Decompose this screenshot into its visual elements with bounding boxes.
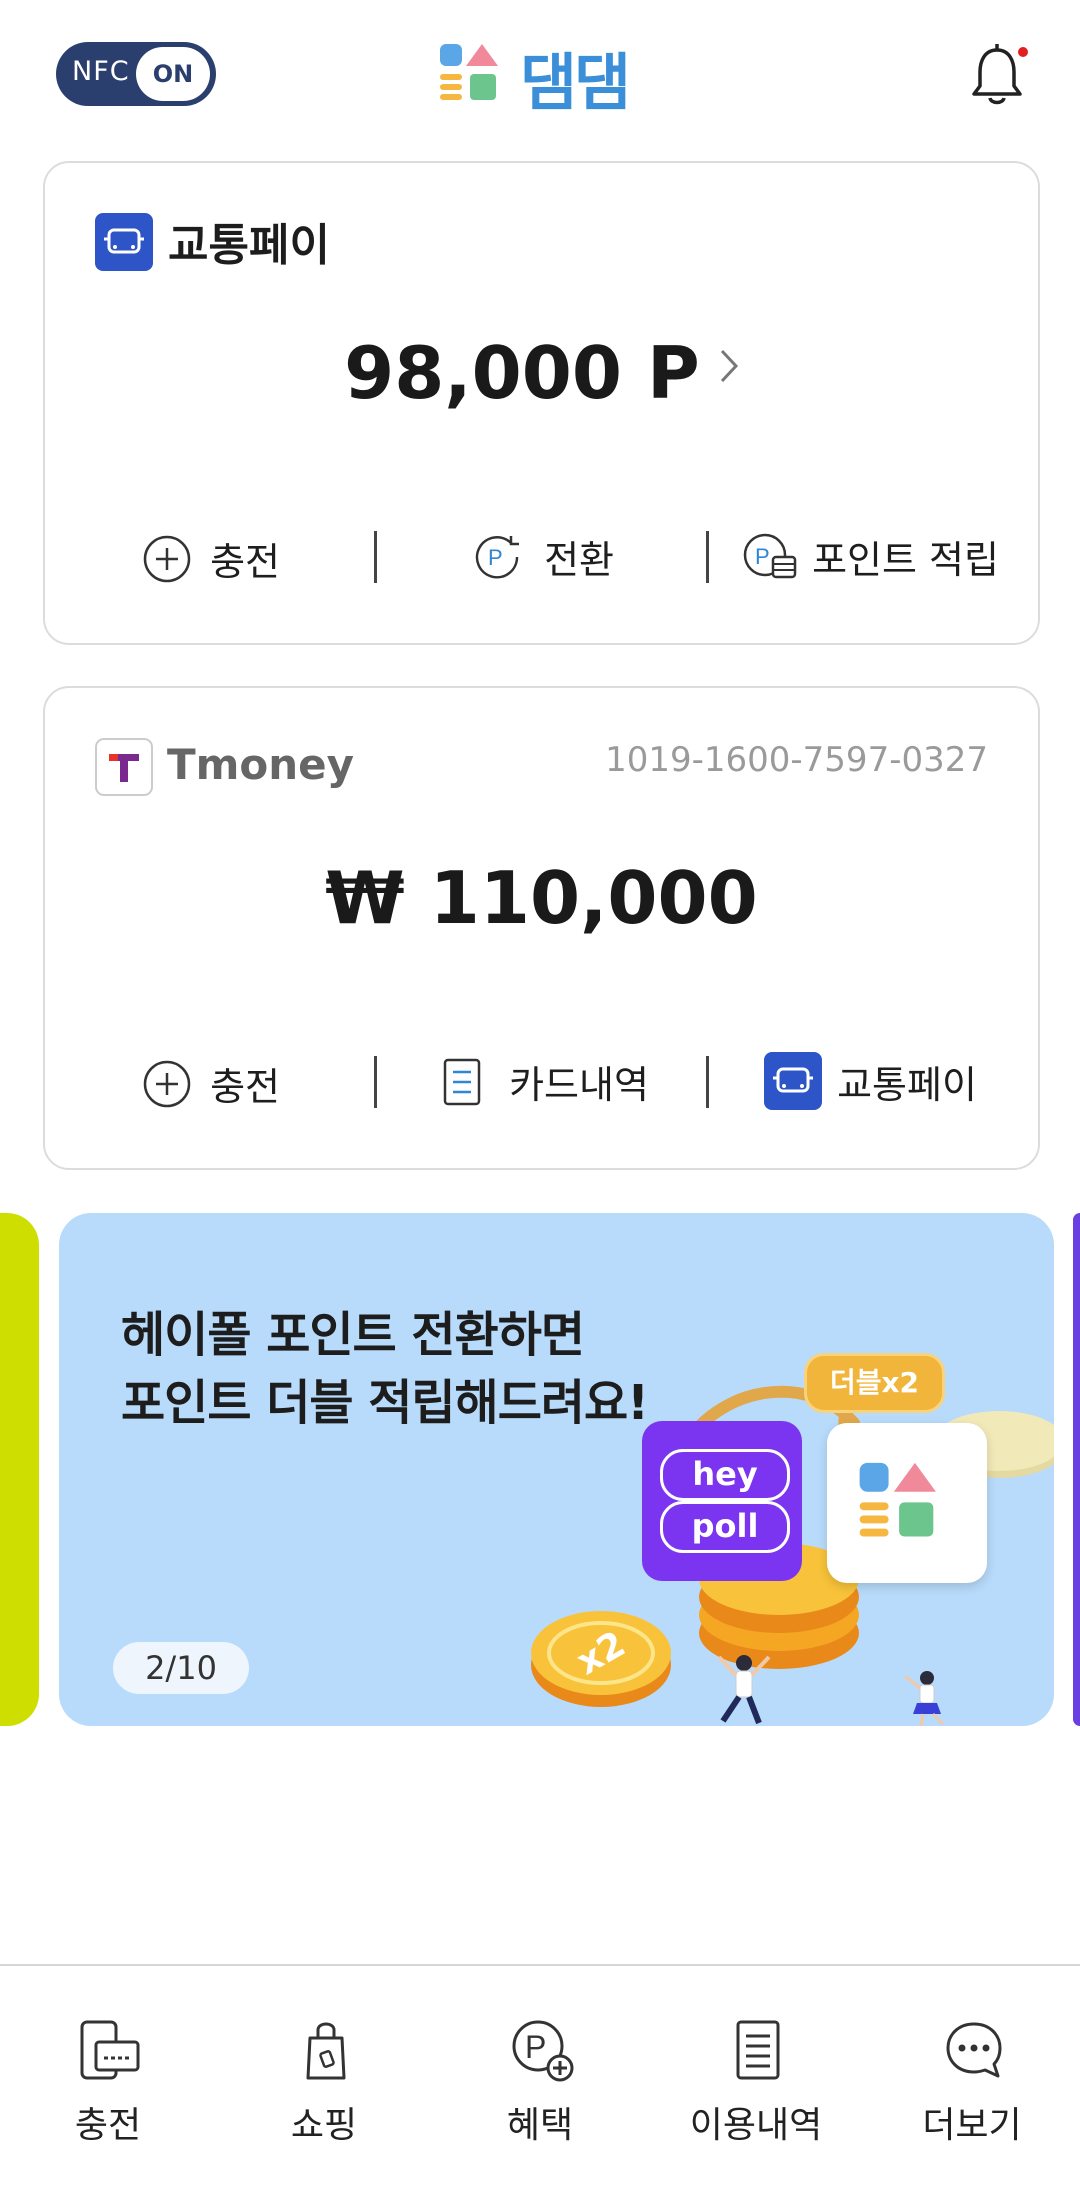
plus-circle-icon [143, 535, 191, 582]
svg-text:P: P [755, 544, 770, 569]
divider [374, 1056, 377, 1108]
point-balance-row[interactable]: 98,000 P [45, 331, 1038, 415]
next-banner-peek[interactable] [1073, 1213, 1080, 1726]
nav-shopping[interactable]: 쇼핑 [216, 1966, 432, 2192]
bus-icon [95, 213, 153, 275]
app-name: 댐댐 [520, 46, 631, 119]
shopping-bag-icon [306, 2022, 346, 2080]
card-history-action[interactable]: 카드내역 [442, 1054, 649, 1109]
point-convert-icon: P [475, 535, 519, 578]
app-logo [438, 40, 514, 110]
notification-dot [1018, 47, 1028, 57]
charge-device-icon [80, 2020, 140, 2080]
point-balance: 98,000 P [344, 331, 700, 415]
point-earn-label: 포인트 적립 [812, 538, 999, 582]
heypoll-logo: hey poll [642, 1421, 802, 1581]
nav-shopping-label: 쇼핑 [290, 2105, 358, 2146]
receipt-list-icon [736, 2020, 780, 2080]
point-earn-icon: P [743, 533, 797, 578]
transport-pay-label: 교통페이 [837, 1062, 977, 1107]
app-logo [859, 1462, 936, 1537]
convert-action[interactable]: P 전환 [473, 529, 614, 584]
document-icon [443, 1058, 481, 1105]
double-badge: 더블x2 [804, 1353, 945, 1413]
nfc-label: NFC [72, 56, 130, 87]
prev-banner-peek[interactable] [0, 1213, 39, 1726]
divider [374, 531, 377, 583]
svg-text:P: P [525, 2029, 546, 2065]
point-plus-icon: P [512, 2020, 574, 2082]
nav-more-label: 더보기 [922, 2105, 1022, 2146]
banner-illustration: x2 더블x2 hey poll [529, 1353, 1054, 1726]
card-history-label: 카드내역 [509, 1063, 649, 1107]
chat-more-icon [946, 2022, 1002, 2078]
transport-pay-title: 교통페이 [168, 220, 330, 271]
nfc-toggle[interactable]: NFC ON [56, 42, 216, 106]
svg-text:P: P [488, 545, 503, 570]
tmoney-charge-label: 충전 [210, 1065, 281, 1109]
charge-action[interactable]: 충전 [143, 531, 280, 586]
nav-benefits-label: 혜택 [506, 2105, 574, 2146]
transport-pay-action[interactable]: 교통페이 [764, 1052, 977, 1110]
nav-more[interactable]: 더보기 [864, 1966, 1080, 2192]
transport-pay-card[interactable]: 교통페이 98,000 P 충전 P 전환 P 포인트 적립 [43, 161, 1040, 645]
poll-label: poll [660, 1501, 790, 1553]
tmoney-card[interactable]: Tmoney 1019-1600-7597-0327 ₩ 110,000 충전 … [43, 686, 1040, 1170]
nav-charge-label: 충전 [74, 2105, 142, 2146]
nav-benefits[interactable]: P 혜택 [432, 1966, 648, 2192]
bus-icon [764, 1052, 822, 1110]
nav-charge[interactable]: 충전 [0, 1966, 216, 2192]
point-earn-action[interactable]: P 포인트 적립 [743, 529, 999, 584]
convert-label: 전환 [544, 538, 615, 582]
charge-label: 충전 [210, 540, 281, 584]
tmoney-logo-icon [95, 738, 153, 800]
nfc-state: ON [136, 47, 210, 101]
hey-label: hey [660, 1449, 790, 1501]
person-icon [717, 1655, 771, 1725]
notification-bell-icon[interactable] [962, 40, 1032, 114]
tmoney-brand: Tmoney [167, 740, 355, 789]
tmoney-balance: ₩ 110,000 [325, 856, 758, 940]
chevron-right-icon [719, 348, 739, 388]
banner-line-1: 헤이폴 포인트 전환하면 [121, 1307, 585, 1363]
divider [706, 1056, 709, 1108]
promo-banner[interactable]: 헤이폴 포인트 전환하면 포인트 더블 적립해드려요! x2 더블x2 hey … [59, 1213, 1054, 1726]
divider [706, 531, 709, 583]
nav-history[interactable]: 이용내역 [648, 1966, 864, 2192]
card-number: 1019-1600-7597-0327 [605, 740, 988, 780]
carousel-pager: 2/10 [113, 1642, 249, 1694]
person-icon [904, 1671, 945, 1726]
bottom-nav: 충전 쇼핑 P 혜택 이용내역 더보기 [0, 1964, 1080, 2192]
damdam-logo-tile [827, 1423, 987, 1583]
plus-circle-icon [143, 1060, 191, 1107]
tmoney-charge-action[interactable]: 충전 [143, 1056, 280, 1111]
nav-history-label: 이용내역 [689, 2105, 823, 2146]
tmoney-balance-row: ₩ 110,000 [45, 856, 1038, 940]
